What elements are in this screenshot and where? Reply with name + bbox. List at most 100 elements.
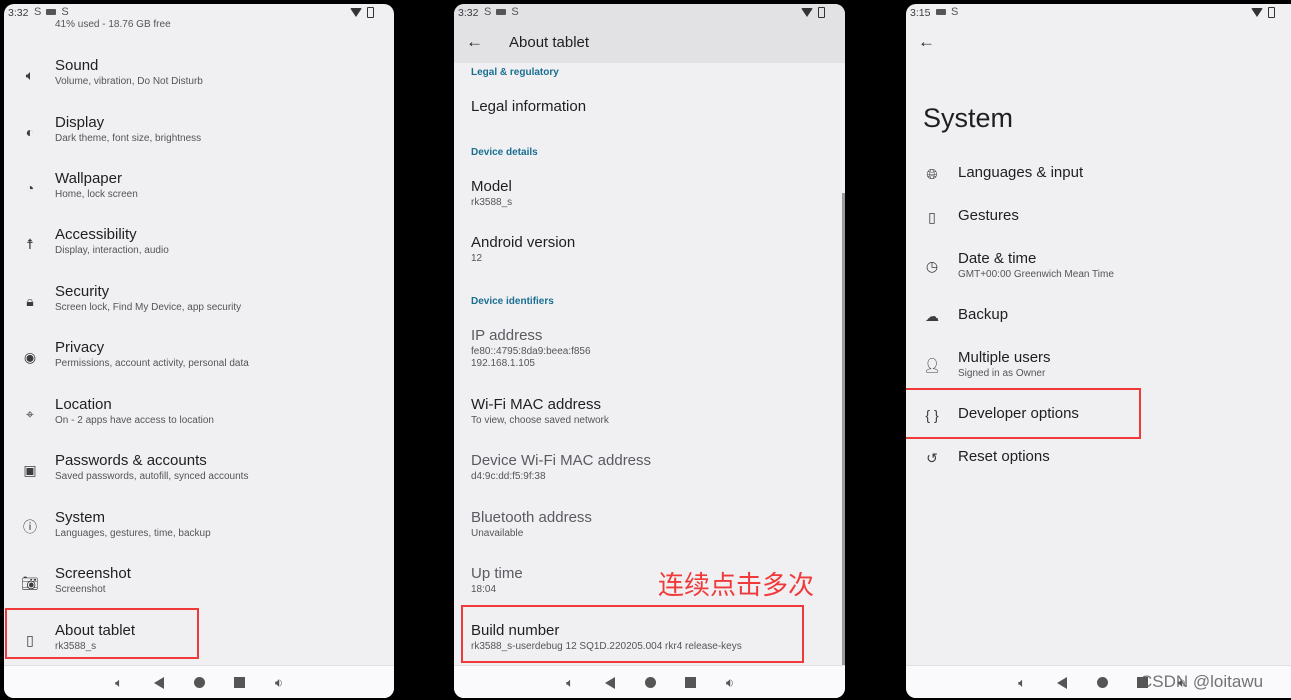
wifi-icon (801, 8, 813, 17)
back-arrow-icon[interactable]: ← (466, 32, 483, 52)
item-subtitle: Screenshot (55, 584, 106, 595)
battery-icon (1268, 7, 1275, 18)
status-time: 3:32 (8, 7, 29, 19)
model-item[interactable]: Model rk3588_s (471, 178, 811, 209)
highlight-developer-options (906, 388, 1141, 439)
home-button[interactable] (179, 677, 219, 688)
item-value: Unavailable (471, 528, 524, 539)
system-item-multiple-users[interactable]: 👤︎ Multiple users Signed in as Owner (906, 349, 1286, 389)
settings-item-display[interactable]: ◐ Display Dark theme, font size, brightn… (4, 114, 394, 170)
item-title: System (55, 509, 106, 526)
section-header-device-details: Device details (471, 147, 538, 158)
lock-icon: 🔒︎ (26, 292, 34, 309)
item-value: fe80::4795:8da9:beea:f856 (471, 346, 591, 357)
recents-button[interactable] (219, 677, 259, 688)
camera-icon: 📷︎ (21, 574, 39, 591)
settings-item-wallpaper[interactable]: ◔ Wallpaper Home, lock screen (4, 170, 394, 226)
volume-up-button[interactable]: 🔉︎ (710, 675, 750, 691)
item-subtitle: Permissions, account activity, personal … (55, 358, 249, 369)
notification-s-icon: S (511, 6, 519, 18)
item-title: Model (471, 178, 512, 195)
volume-down-button[interactable]: 🔈︎ (99, 675, 139, 691)
back-button[interactable] (1042, 676, 1082, 689)
wifi-icon (350, 8, 362, 17)
navigation-bar: 🔈︎ 🔉︎ (4, 665, 394, 698)
item-subtitle: GMT+00:00 Greenwich Mean Time (958, 269, 1114, 280)
annotation-tap-repeatedly: 连续点击多次 (658, 571, 815, 601)
settings-item-location[interactable]: ⌖ Location On - 2 apps have access to lo… (4, 396, 394, 452)
keyboard-icon (496, 9, 507, 15)
item-title: Screenshot (55, 565, 131, 582)
item-title: Wallpaper (55, 170, 122, 187)
account-box-icon: ▣ (23, 461, 37, 478)
item-title: Gestures (958, 207, 1019, 224)
wifi-mac-item[interactable]: Wi-Fi MAC address To view, choose saved … (471, 396, 811, 427)
system-item-gestures[interactable]: ▯ Gestures (906, 207, 1286, 247)
item-subtitle: Saved passwords, autofill, synced accoun… (55, 471, 249, 482)
device-wifi-mac-item[interactable]: Device Wi-Fi MAC address d4:9c:dd:f5:9f:… (471, 452, 811, 483)
item-subtitle: Home, lock screen (55, 189, 138, 200)
info-icon: ⓘ (23, 519, 37, 535)
android-version-item[interactable]: Android version 12 (471, 234, 811, 265)
section-header-legal: Legal & regulatory (471, 67, 559, 78)
back-button[interactable] (590, 676, 630, 689)
item-subtitle: Languages, gestures, time, backup (55, 528, 211, 539)
accessibility-icon: ☨ (26, 235, 34, 252)
navigation-bar: 🔈︎ 🔉︎ (454, 665, 845, 698)
status-bar: 3:15 S (906, 4, 1291, 22)
item-subtitle: Dark theme, font size, brightness (55, 133, 202, 144)
back-button[interactable] (139, 676, 179, 689)
volume-up-button[interactable]: 🔉︎ (259, 675, 299, 691)
item-title: Wi-Fi MAC address (471, 396, 602, 413)
item-title: Device Wi-Fi MAC address (471, 452, 652, 469)
recents-button[interactable] (670, 677, 710, 688)
system-screen: 3:15 S ← System 🌐︎ Languages & input ▯ G… (906, 4, 1291, 698)
item-title: Legal information (471, 98, 587, 115)
settings-item-security[interactable]: 🔒︎ Security Screen lock, Find My Device,… (4, 283, 394, 339)
item-title: Display (55, 114, 105, 131)
system-item-backup[interactable]: ☁︎ Backup (906, 306, 1286, 346)
system-item-languages-input[interactable]: 🌐︎ Languages & input (906, 164, 1286, 204)
item-title: Backup (958, 306, 1009, 323)
settings-item-passwords-accounts[interactable]: ▣ Passwords & accounts Saved passwords, … (4, 452, 394, 508)
bluetooth-address-item[interactable]: Bluetooth address Unavailable (471, 509, 811, 540)
status-time: 3:32 (458, 7, 479, 19)
item-title: Reset options (958, 448, 1050, 465)
item-value: 12 (471, 253, 483, 264)
settings-item-accessibility[interactable]: ☨ Accessibility Display, interaction, au… (4, 226, 394, 282)
notification-s-icon: S (34, 6, 42, 18)
volume-down-button[interactable]: 🔈︎ (550, 675, 590, 691)
history-icon: ↺ (926, 449, 938, 466)
system-item-date-time[interactable]: ◷ Date & time GMT+00:00 Greenwich Mean T… (906, 250, 1286, 290)
home-button[interactable] (630, 677, 670, 688)
system-item-reset-options[interactable]: ↺ Reset options (906, 448, 1286, 488)
item-title: Languages & input (958, 164, 1084, 181)
privacy-eye-icon: ◉ (23, 348, 37, 365)
legal-information-item[interactable]: Legal information (471, 98, 811, 115)
watermark: CSDN @loitawu (1140, 672, 1264, 691)
item-subtitle: Display, interaction, audio (55, 245, 169, 256)
settings-item-sound[interactable]: 🔈︎ Sound Volume, vibration, Do Not Distu… (4, 57, 394, 113)
notification-s-icon: S (61, 6, 69, 18)
volume-icon: 🔈︎ (25, 66, 35, 83)
page-title: About tablet (509, 34, 590, 51)
home-button[interactable] (1082, 677, 1122, 688)
item-title: Date & time (958, 250, 1037, 267)
item-title: Location (55, 396, 112, 413)
ip-address-item[interactable]: IP address fe80::4795:8da9:beea:f856 192… (471, 327, 811, 370)
cloud-upload-icon: ☁︎ (925, 307, 939, 324)
settings-item-privacy[interactable]: ◉ Privacy Permissions, account activity,… (4, 339, 394, 395)
item-title: Bluetooth address (471, 509, 592, 526)
scrollbar[interactable] (842, 193, 845, 665)
status-bar: 3:32 S S (454, 4, 845, 22)
settings-item-system[interactable]: ⓘ System Languages, gestures, time, back… (4, 509, 394, 565)
volume-down-button[interactable]: 🔈︎ (1002, 675, 1042, 691)
back-arrow-icon[interactable]: ← (918, 32, 935, 52)
storage-summary: 41% used - 18.76 GB free (55, 19, 171, 30)
location-pin-icon: ⌖ (26, 405, 34, 422)
item-title: Android version (471, 234, 576, 251)
display-brightness-icon: ◐ (25, 124, 35, 140)
clock-icon: ◷ (925, 257, 939, 274)
item-subtitle: On - 2 apps have access to location (55, 415, 214, 426)
item-value: d4:9c:dd:f5:9f:38 (471, 471, 546, 482)
